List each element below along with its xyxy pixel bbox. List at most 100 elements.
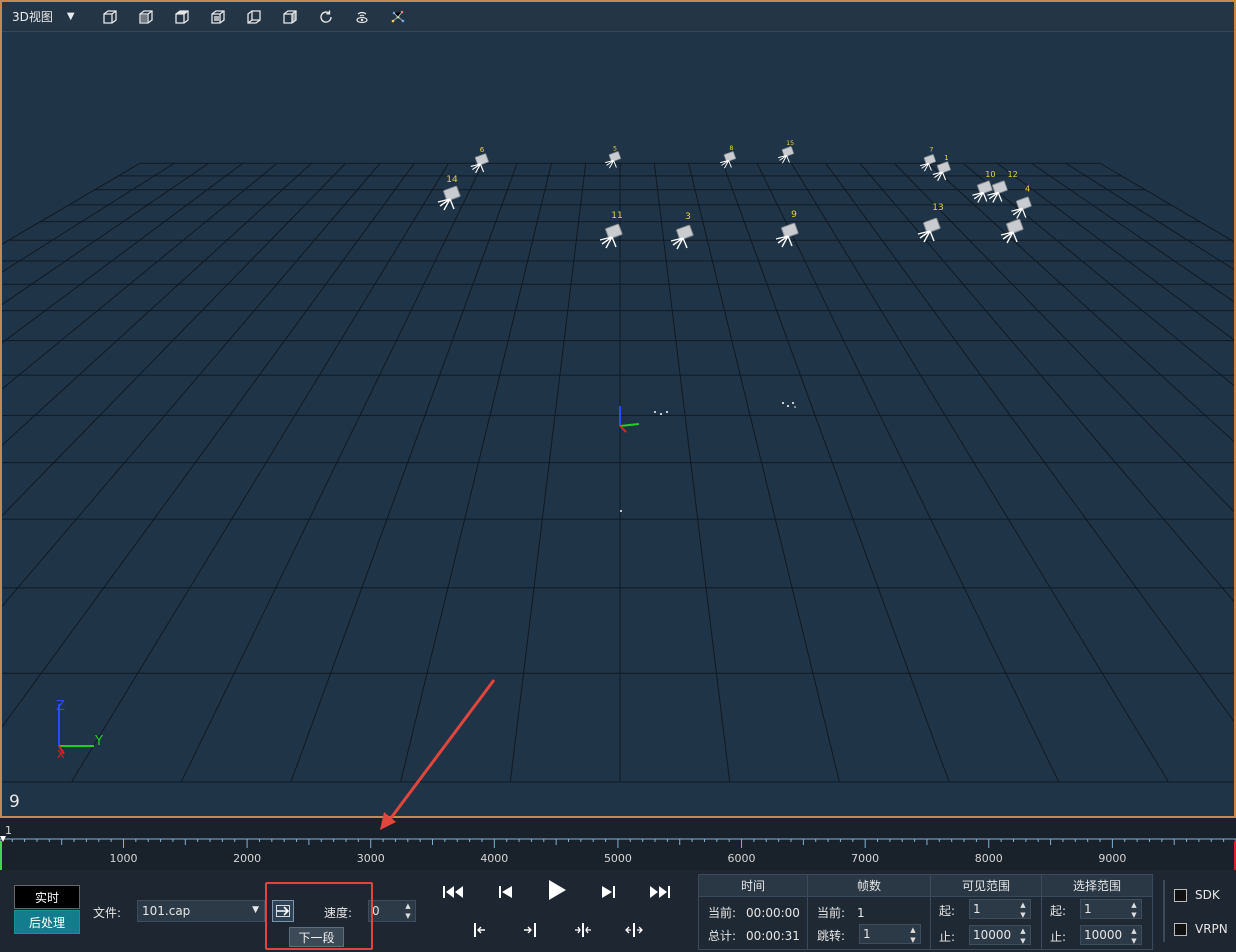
cube-iso-icon[interactable]: [200, 2, 236, 32]
camera-11[interactable]: 11: [599, 211, 623, 249]
spin-arrows-icon[interactable]: ▲ ▼: [1018, 901, 1028, 919]
timeline-tick-label: 5000: [604, 852, 632, 865]
chevron-down-icon: ▼: [252, 905, 259, 915]
sdk-checkbox-row[interactable]: SDK: [1174, 888, 1220, 902]
timeline-tick-label: 7000: [851, 852, 879, 865]
select-start-input[interactable]: 1 ▲ ▼: [1080, 899, 1142, 919]
file-dropdown[interactable]: 101.cap ▼: [137, 900, 265, 922]
visible-end-value: 10000: [973, 928, 1012, 942]
time-header: 时间: [699, 875, 807, 897]
time-total-row: 总计: 00:00:31: [708, 927, 800, 944]
timeline-tick-label: 2000: [233, 852, 261, 865]
postprocess-mode-button[interactable]: 后处理: [14, 910, 80, 934]
speed-spinbox[interactable]: 0 ▲ ▼: [368, 900, 416, 922]
refresh-icon[interactable]: [308, 2, 344, 32]
skip-to-start-button[interactable]: [440, 880, 468, 904]
camera-label: 8: [729, 145, 733, 152]
wifi-device-icon[interactable]: [344, 2, 380, 32]
spin-arrows-icon[interactable]: ▲ ▼: [1129, 901, 1139, 919]
timeline-ruler[interactable]: 1000 2000 3000 4000 5000 6000 7000 8000 9000: [0, 836, 1236, 870]
floor-grid: [2, 162, 1234, 783]
timeline[interactable]: 1 1000 2000 3000 4000 5000 6000 7000 8000 9000: [0, 818, 1236, 870]
camera-5[interactable]: 5: [605, 146, 621, 169]
camera-label: 5: [613, 146, 617, 153]
step-forward-icon: [602, 886, 615, 898]
timeline-tick-label: 4000: [480, 852, 508, 865]
cube-back-icon[interactable]: [236, 2, 272, 32]
frames-current-label: 当前:: [817, 906, 846, 920]
camera-label: 1: [944, 153, 949, 162]
range-expand-icon: [625, 923, 643, 937]
frames-current-row: 当前: 1: [817, 904, 865, 921]
frames-column: 帧数 当前: 1 跳转: 1 ▲ ▼: [808, 875, 931, 949]
frame-counter: 9: [9, 792, 20, 812]
vrpn-checkbox[interactable]: [1174, 922, 1187, 936]
spin-arrows-icon[interactable]: ▲ ▼: [1129, 927, 1139, 945]
camera-4[interactable]: 4: [1011, 183, 1032, 219]
skip-to-end-button[interactable]: [645, 880, 673, 904]
camera-8[interactable]: 8: [720, 145, 736, 169]
spin-arrows-icon[interactable]: ▲ ▼: [1018, 927, 1028, 945]
view-mode-dropdown[interactable]: 3D视图 ▼: [2, 2, 92, 32]
range-shrink-icon: [575, 923, 591, 937]
visible-end-input[interactable]: 10000 ▲ ▼: [969, 925, 1031, 945]
set-range-end-button[interactable]: [517, 918, 545, 942]
range-expand-button[interactable]: [620, 918, 648, 942]
frames-jump-input[interactable]: 1 ▲ ▼: [859, 924, 921, 944]
select-start-value: 1: [1084, 902, 1092, 916]
select-end-input[interactable]: 10000 ▲ ▼: [1080, 925, 1142, 945]
time-current-label: 当前:: [708, 906, 737, 920]
next-frame-button[interactable]: [594, 880, 622, 904]
frames-jump-value: 1: [863, 927, 871, 941]
visible-start-input[interactable]: 1 ▲ ▼: [969, 899, 1031, 919]
cube-top-icon[interactable]: [164, 2, 200, 32]
spin-arrows-icon[interactable]: ▲ ▼: [403, 902, 413, 920]
vrpn-checkbox-row[interactable]: VRPN: [1174, 922, 1228, 936]
annotation-highlight-box: [265, 882, 373, 950]
camera-15[interactable]: 15: [778, 140, 794, 164]
visible-range-column: 可见范围 起: 1 ▲ ▼ 止: 10000 ▲ ▼: [931, 875, 1042, 949]
camera-13[interactable]: 13: [917, 203, 944, 243]
select-end-value: 10000: [1084, 928, 1123, 942]
camera-label: 9: [791, 210, 797, 220]
timeline-tick-label: 9000: [1098, 852, 1126, 865]
cube-side-icon[interactable]: [128, 2, 164, 32]
realtime-mode-button[interactable]: 实时: [14, 885, 80, 909]
timeline-tick-label: 3000: [357, 852, 385, 865]
range-start-icon: [474, 923, 485, 937]
frames-header: 帧数: [808, 875, 930, 897]
camera-label: 14: [446, 175, 458, 185]
sdk-checkbox[interactable]: [1174, 888, 1187, 902]
speed-value: 0: [372, 904, 380, 918]
camera-label: 11: [611, 211, 622, 221]
camera-3[interactable]: 3: [670, 212, 694, 250]
viewport-toolbar: 3D视图 ▼: [2, 2, 1234, 32]
vrpn-label: VRPN: [1195, 922, 1228, 936]
time-column: 时间 当前: 00:00:00 总计: 00:00:31: [699, 875, 808, 949]
camera-label: 12: [1007, 169, 1017, 179]
visible-start-value: 1: [973, 902, 981, 916]
stats-panel: 时间 当前: 00:00:00 总计: 00:00:31 帧数 当前: 1 跳转…: [698, 874, 1153, 950]
3d-viewport[interactable]: 3D视图 ▼ 14 6 5 8 15 7 1 10 12 4 11 3 9 13…: [0, 0, 1236, 818]
marker-cloud-icon[interactable]: [380, 2, 416, 32]
play-button[interactable]: [543, 878, 571, 902]
spin-arrows-icon[interactable]: ▲ ▼: [908, 926, 918, 944]
frames-jump-label: 跳转:: [817, 929, 846, 943]
camera-label: 15: [786, 140, 794, 147]
set-range-start-button[interactable]: [466, 918, 494, 942]
time-total-label: 总计:: [708, 929, 737, 943]
range-end-icon: [524, 923, 536, 937]
camera-1[interactable]: 1: [932, 153, 951, 182]
visible-range-header: 可见范围: [931, 875, 1041, 897]
range-shrink-button[interactable]: [569, 918, 597, 942]
timeline-tick-label: 1000: [109, 852, 137, 865]
file-dropdown-value: 101.cap: [142, 904, 191, 918]
camera-label: 3: [685, 212, 691, 222]
skip-forward-icon: [650, 886, 670, 898]
previous-frame-button[interactable]: [492, 880, 520, 904]
scene-canvas[interactable]: 14 6 5 8 15 7 1 10 12 4 11 3 9 13 Z Y X: [2, 32, 1234, 818]
camera-label: 10: [985, 169, 995, 179]
cube-front-icon[interactable]: [92, 2, 128, 32]
chevron-down-icon: ▼: [66, 11, 75, 22]
cube-right-icon[interactable]: [272, 2, 308, 32]
